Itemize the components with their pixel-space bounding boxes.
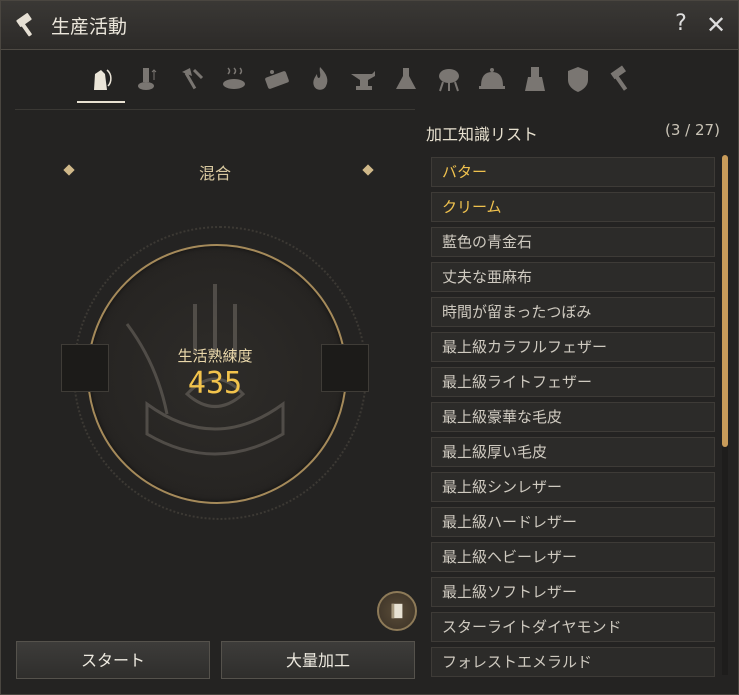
scroll-thumb[interactable]	[722, 155, 728, 447]
knowledge-list-item[interactable]: 最上級ソフトレザー	[431, 577, 715, 607]
help-button[interactable]: ?	[669, 11, 693, 36]
hammer-icon[interactable]	[601, 59, 641, 99]
start-button[interactable]: スタート	[16, 641, 210, 679]
recipe-name: 混合	[198, 164, 231, 183]
knowledge-list-title: 加工知識リスト	[426, 125, 539, 144]
tab-selected-indicator	[77, 101, 125, 103]
knowledge-list-item[interactable]: バター	[431, 157, 715, 187]
grill-icon[interactable]	[429, 59, 469, 99]
axe-icon[interactable]	[171, 59, 211, 99]
knowledge-count: (3 / 27)	[665, 121, 720, 139]
knowledge-list-item[interactable]: 最上級厚い毛皮	[431, 437, 715, 467]
cloche-icon[interactable]	[472, 59, 512, 99]
scrollbar[interactable]	[722, 155, 728, 675]
knowledge-list-item[interactable]: 最上級カラフルフェザー	[431, 332, 715, 362]
knowledge-list-item[interactable]: 藍色の青金石	[431, 227, 715, 257]
steam-cook-icon[interactable]	[214, 59, 254, 99]
close-button[interactable]: ✕	[703, 11, 729, 39]
production-tab-bar	[71, 59, 671, 107]
knowledge-list-item[interactable]: スターライトダイヤモンド	[431, 612, 715, 642]
knowledge-list-item[interactable]: 最上級豪華な毛皮	[431, 402, 715, 432]
fire-icon[interactable]	[300, 59, 340, 99]
crest-icon[interactable]	[558, 59, 598, 99]
anvil-icon[interactable]	[343, 59, 383, 99]
knowledge-list: バタークリーム藍色の青金石 丈夫な亜麻布 時間が留まったつぼみ 最上級カラフルフェザー…	[427, 153, 717, 678]
material-slot-right[interactable]	[321, 344, 369, 392]
lab-icon[interactable]	[515, 59, 555, 99]
bulk-process-button[interactable]: 大量加工	[221, 641, 415, 679]
material-slot-left[interactable]	[61, 344, 109, 392]
production-window: 生産活動 ? ✕ 混合 生活熟練度 435 スタート 大量加工 加工知識リスト …	[0, 0, 739, 695]
knowledge-list-item[interactable]: 最上級ハードレザー	[431, 507, 715, 537]
knowledge-list-item[interactable]: フォレストエメラルド	[431, 647, 715, 677]
title-bar[interactable]: 生産活動 ? ✕	[1, 1, 738, 50]
knowledge-list-item[interactable]: 丈夫な亜麻布	[431, 262, 715, 292]
knowledge-list-item[interactable]: 最上級シンレザー	[431, 472, 715, 502]
flask-icon[interactable]	[386, 59, 426, 99]
bottle-mix-icon[interactable]	[81, 59, 121, 99]
knowledge-list-item[interactable]: クリーム	[431, 192, 715, 222]
window-title: 生産活動	[51, 16, 128, 38]
grinder-icon[interactable]	[257, 59, 297, 99]
book-button[interactable]	[377, 591, 417, 631]
divider	[15, 109, 415, 110]
knowledge-list-item[interactable]: 時間が留まったつぼみ	[431, 297, 715, 327]
tool-heat-icon[interactable]	[127, 59, 167, 99]
book-icon	[391, 603, 403, 619]
knowledge-list-item[interactable]: 最上級ヘビーレザー	[431, 542, 715, 572]
knowledge-list-item[interactable]: 最上級ライトフェザー	[431, 367, 715, 397]
process-panel: 混合 生活熟練度 435	[15, 116, 417, 636]
hammer-icon	[16, 13, 32, 37]
